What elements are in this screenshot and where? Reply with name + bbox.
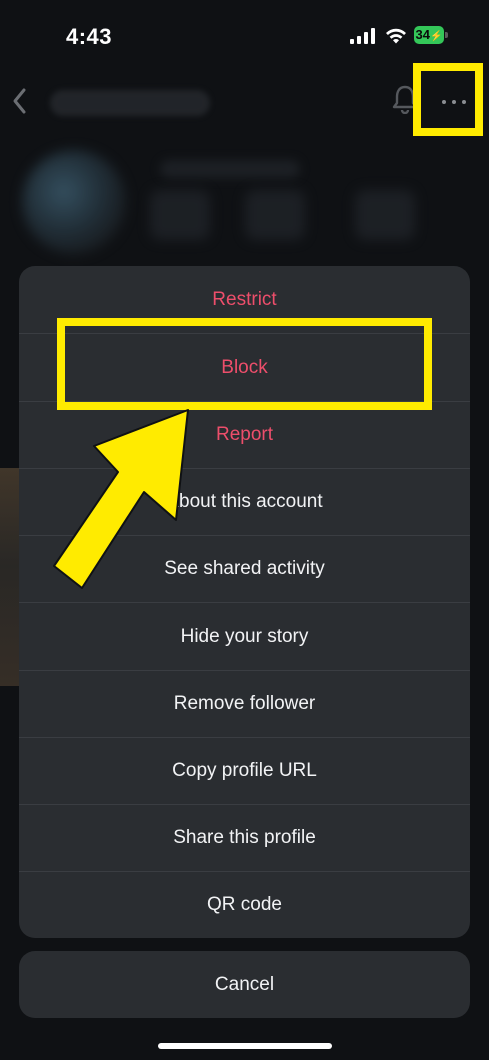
battery-level: 34 — [415, 27, 430, 42]
avatar — [22, 150, 126, 254]
block-highlight-box — [57, 318, 432, 410]
chevron-left-icon[interactable] — [10, 86, 28, 116]
status-bar: 4:43 34⚡ — [0, 0, 489, 72]
blurred-following-count — [355, 190, 415, 240]
share-profile-button[interactable]: Share this profile — [19, 804, 470, 871]
home-indicator[interactable] — [158, 1043, 332, 1049]
status-time: 4:43 — [66, 24, 113, 49]
cellular-signal-icon — [350, 28, 376, 44]
remove-follower-button[interactable]: Remove follower — [19, 670, 470, 737]
blurred-display-name — [160, 160, 300, 178]
cancel-button[interactable]: Cancel — [19, 951, 470, 1018]
hide-story-button[interactable]: Hide your story — [19, 603, 470, 670]
more-options-highlight[interactable] — [413, 63, 483, 136]
copy-profile-url-button[interactable]: Copy profile URL — [19, 737, 470, 804]
blurred-posts-count — [150, 190, 210, 240]
pointer-arrow-icon — [53, 409, 189, 589]
wifi-icon — [386, 28, 406, 44]
blurred-followers-count — [245, 190, 305, 240]
battery-icon: 34⚡ — [414, 26, 450, 44]
blurred-username — [50, 90, 210, 116]
qr-code-button[interactable]: QR code — [19, 871, 470, 938]
